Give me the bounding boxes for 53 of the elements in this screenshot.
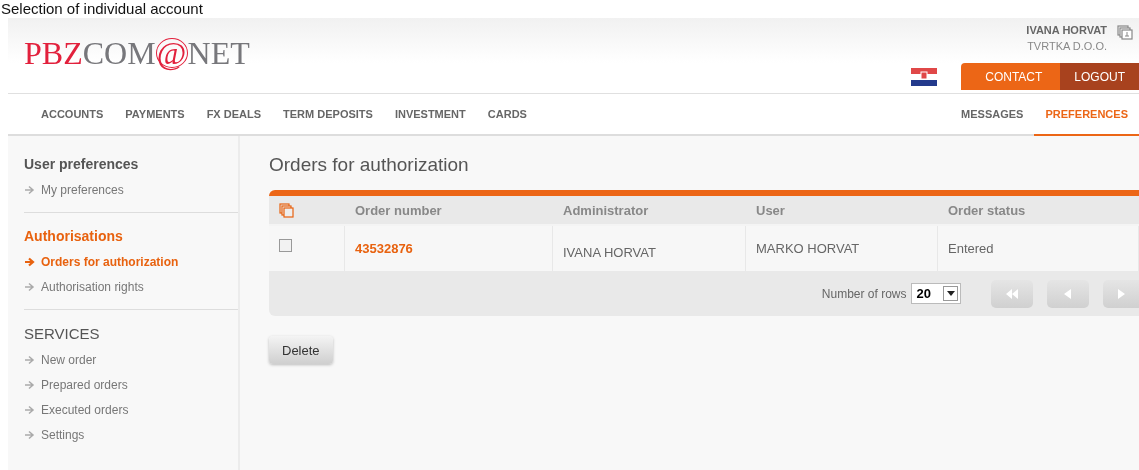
- sidebar-link[interactable]: My preferences: [24, 177, 238, 202]
- sidebar-link[interactable]: New order: [24, 347, 238, 372]
- nav-tab[interactable]: MESSAGES: [950, 94, 1035, 136]
- arrow-icon: [24, 184, 35, 195]
- sidebar-heading: User preferences: [24, 156, 140, 172]
- left-arrow-icon: [1063, 288, 1073, 299]
- sidebar-link[interactable]: Executed orders: [24, 397, 238, 422]
- nav-tab[interactable]: ACCOUNTS: [30, 94, 115, 136]
- column-header: User: [755, 201, 786, 220]
- switch-account-icon[interactable]: [1117, 25, 1133, 41]
- contact-button[interactable]: CONTACT: [961, 63, 1061, 90]
- column-header: Order number: [354, 201, 443, 220]
- logo: PBZCOM@NET: [23, 34, 250, 73]
- table-cell: MARKO HORVAT: [756, 241, 860, 256]
- user-name: IVANA HORVAT: [1026, 23, 1107, 38]
- arrow-icon: [24, 281, 35, 292]
- flag-icon[interactable]: [911, 68, 938, 86]
- rows-label: Number of rows: [821, 286, 907, 301]
- nav-tab[interactable]: FX DEALS: [195, 94, 273, 136]
- arrow-icon: [24, 404, 35, 415]
- sidebar-link[interactable]: Authorisation rights: [24, 274, 238, 299]
- select-all-icon[interactable]: [279, 202, 294, 218]
- arrow-icon: [24, 379, 35, 390]
- caption: Selection of individual account: [1, 0, 204, 18]
- nav-tab[interactable]: INVESTMENT: [383, 94, 477, 136]
- delete-button[interactable]: Delete: [269, 336, 333, 364]
- rows-select[interactable]: 20: [910, 283, 961, 304]
- first-page-button[interactable]: [991, 279, 1033, 308]
- sidebar-link[interactable]: Prepared orders: [24, 372, 238, 397]
- nav-tab[interactable]: PAYMENTS: [114, 94, 196, 136]
- logout-button[interactable]: LOGOUT: [1060, 63, 1139, 90]
- caret-icon: [946, 291, 955, 296]
- sidebar-heading: SERVICES: [24, 325, 101, 342]
- company-name: TVRTKA D.O.O.: [1027, 39, 1107, 54]
- page-title: Orders for authorization: [269, 154, 470, 176]
- column-header: Order status: [947, 201, 1027, 220]
- column-header: Administrator: [562, 201, 650, 220]
- previous-page-button[interactable]: [1047, 279, 1089, 308]
- table-cell: IVANA HORVAT: [563, 245, 656, 260]
- arrow-icon: [24, 256, 35, 267]
- nav-tab[interactable]: CARDS: [476, 94, 538, 136]
- next-page-button[interactable]: [1103, 279, 1139, 308]
- nav-tab[interactable]: TERM DEPOSITS: [272, 94, 384, 136]
- order-link[interactable]: 43532876: [355, 241, 413, 256]
- sidebar-link[interactable]: Settings: [24, 422, 238, 447]
- table-cell: Entered: [948, 241, 994, 256]
- double-left-arrow-icon: [1005, 288, 1019, 299]
- arrow-icon: [24, 354, 35, 365]
- sidebar-link[interactable]: Orders for authorization: [24, 249, 238, 274]
- arrow-icon: [24, 429, 35, 440]
- row-checkbox[interactable]: [279, 239, 292, 252]
- sidebar-heading: Authorisations: [24, 228, 124, 244]
- right-arrow-icon: [1116, 288, 1126, 299]
